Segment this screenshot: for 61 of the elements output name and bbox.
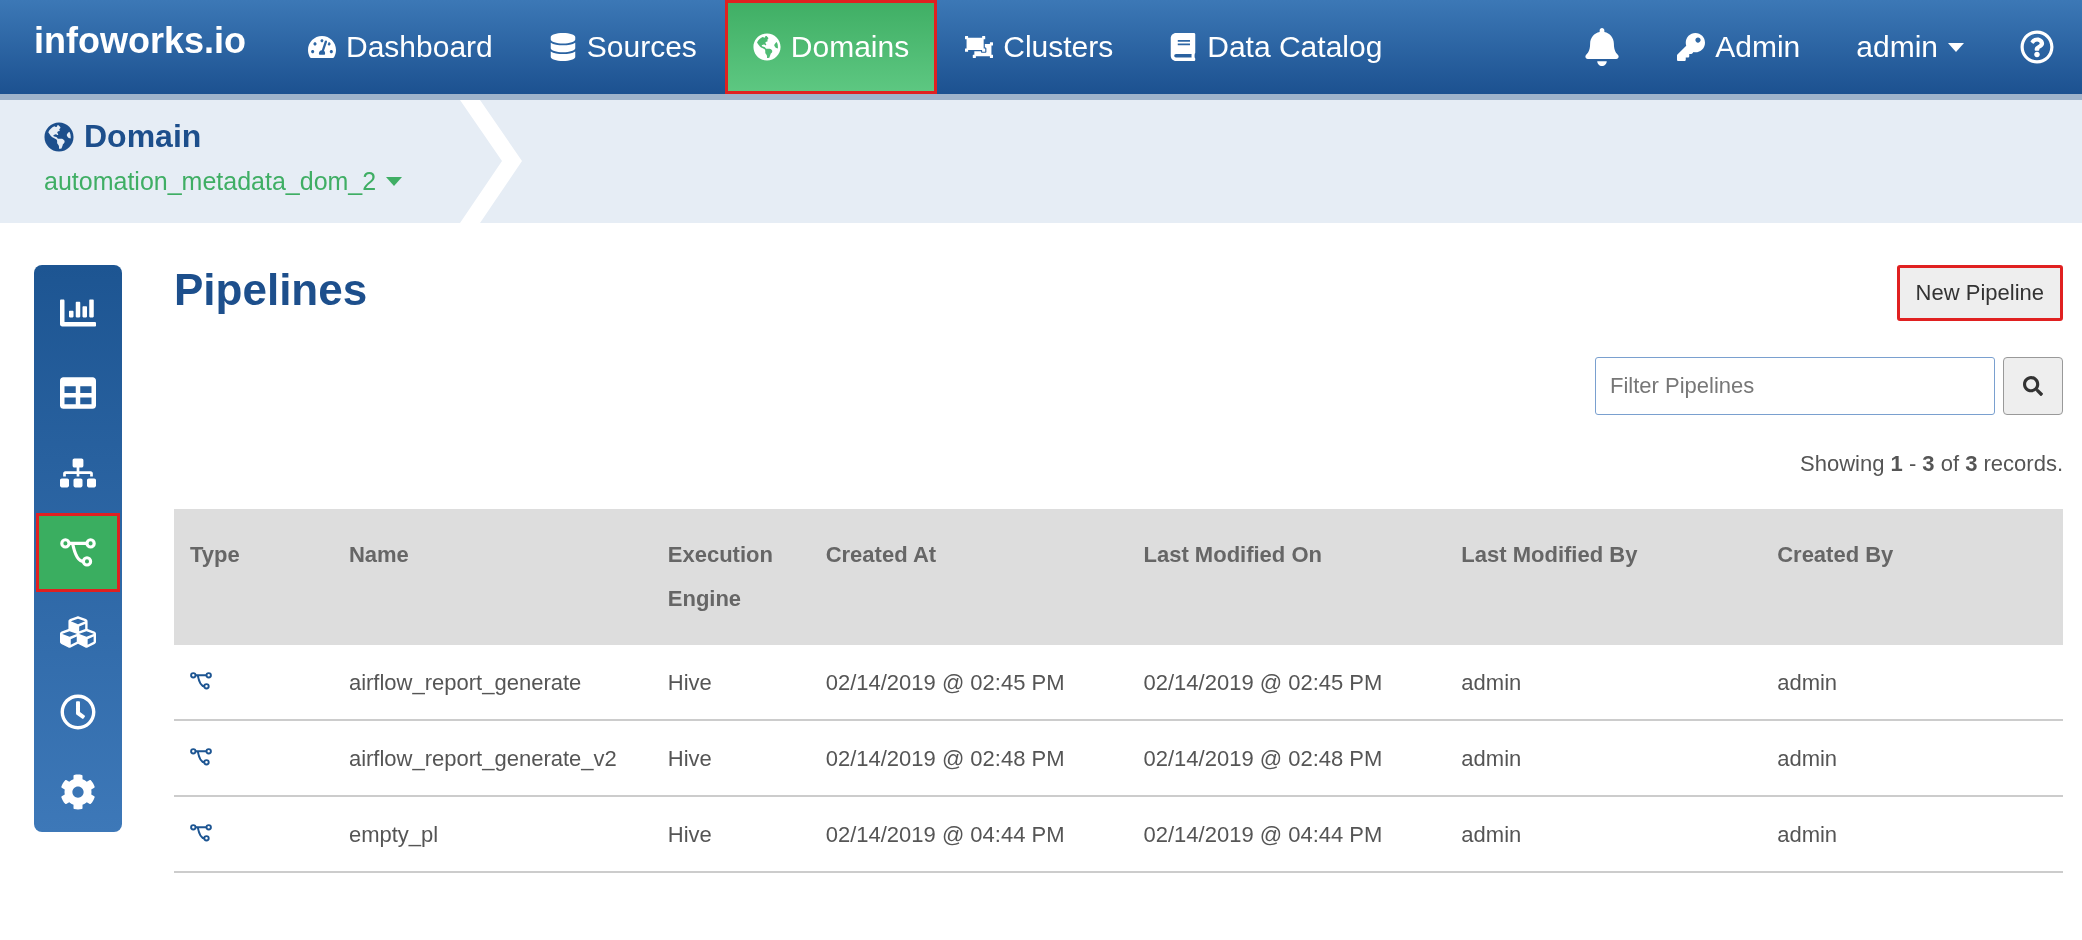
caret-icon [386, 177, 403, 186]
new-pipeline-button[interactable]: New Pipeline [1896, 265, 2063, 321]
breadcrumb-title: Domain [44, 118, 403, 155]
dashboard-icon [308, 33, 336, 61]
sidebar-item[interactable] [36, 512, 120, 593]
admin-link[interactable]: Admin [1649, 0, 1829, 94]
caret-icon [1948, 42, 1964, 52]
brand-logo[interactable]: infoworks.io [0, 0, 280, 94]
column-header[interactable]: Last Modified On [1127, 509, 1446, 645]
nav-item[interactable]: Domains [724, 0, 938, 94]
cubes-icon [60, 614, 96, 651]
pipeline-icon [60, 538, 96, 567]
table-cell: admin [1761, 645, 2063, 720]
table-icon [60, 374, 96, 411]
book-icon [1169, 33, 1198, 61]
key-icon [1677, 33, 1706, 61]
table-cell: 02/14/2019 @ 02:48 PM [809, 720, 1128, 796]
table-cell: admin [1445, 796, 1762, 872]
help-icon [2020, 30, 2054, 64]
column-header[interactable]: Created By [1761, 509, 2063, 645]
bell-icon [1583, 28, 1622, 66]
nav-item[interactable]: Data Catalog [1141, 0, 1411, 94]
table-cell: Hive [651, 645, 810, 720]
pipeline-icon [190, 672, 212, 690]
column-header[interactable]: Created At [809, 509, 1128, 645]
table-cell: Hive [651, 720, 810, 796]
records-count: Showing 1 - 3 of 3 records. [1800, 451, 2063, 477]
domain-dropdown[interactable]: automation_metadata_dom_2 [44, 167, 403, 196]
nav-item[interactable]: Clusters [937, 0, 1142, 94]
table-cell: Hive [651, 796, 810, 872]
column-header[interactable]: Execution Engine [651, 509, 810, 645]
nav-item[interactable]: Sources [520, 0, 725, 94]
table-cell: airflow_report_generate [332, 645, 652, 720]
pipeline-icon [190, 824, 212, 842]
column-header[interactable]: Name [332, 509, 652, 645]
database-icon [548, 33, 577, 61]
pipeline-icon [190, 748, 212, 766]
table-cell: airflow_report_generate_v2 [332, 720, 652, 796]
table-cell: admin [1761, 720, 2063, 796]
table-cell: empty_pl [332, 796, 652, 872]
table-cell: admin [1445, 720, 1762, 796]
table-cell: 02/14/2019 @ 04:44 PM [809, 796, 1128, 872]
globe-icon [752, 33, 781, 61]
nav-item[interactable]: Dashboard [280, 0, 521, 94]
table-cell: 02/14/2019 @ 02:45 PM [809, 645, 1128, 720]
table-cell: 02/14/2019 @ 02:45 PM [1127, 645, 1446, 720]
clusters-icon [965, 33, 994, 61]
user-menu[interactable]: admin [1828, 0, 1992, 94]
table-cell: admin [1761, 796, 2063, 872]
table-cell: 02/14/2019 @ 02:48 PM [1127, 720, 1446, 796]
filter-field[interactable]: Filter Pipelines [1595, 357, 1995, 415]
page-title: Pipelines [174, 265, 368, 315]
settings-icon [60, 774, 96, 811]
column-header[interactable]: Type [174, 509, 333, 645]
globe-icon [44, 121, 74, 152]
search-button[interactable] [2003, 357, 2063, 415]
column-header[interactable]: Last Modified By [1445, 509, 1762, 645]
table-cell: admin [1445, 645, 1762, 720]
clock-icon [60, 694, 96, 731]
search-icon [2023, 376, 2043, 396]
table-cell: 02/14/2019 @ 04:44 PM [1127, 796, 1446, 872]
